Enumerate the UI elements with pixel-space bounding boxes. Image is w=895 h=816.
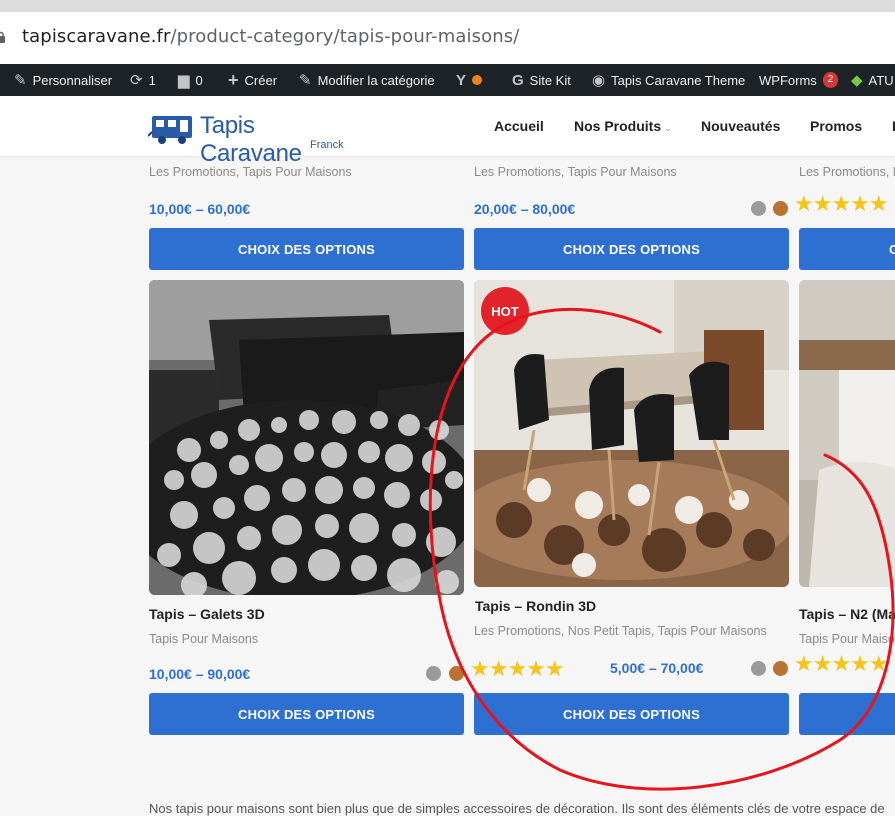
- color-swatch-grey[interactable]: [751, 201, 766, 216]
- wpforms-label: WPForms: [759, 72, 817, 88]
- product-grid: Les Promotions, Tapis Pour Maisons 10,00…: [0, 156, 895, 816]
- choose-options-button[interactable]: CHOIX DES OPTIONS: [474, 693, 789, 735]
- nav-nos-produits-label: Nos Produits: [574, 118, 662, 134]
- wpforms-menu[interactable]: WPForms 2: [759, 64, 839, 96]
- layers-icon: ◆: [851, 72, 863, 89]
- site-header: Tapis Caravane Franck Accueil Nos Produi…: [0, 96, 895, 167]
- star-rating: ★★★★★: [470, 656, 565, 681]
- galets-rug-photo: [149, 280, 464, 595]
- seo-status-dot: [472, 75, 483, 85]
- product-title[interactable]: Tapis – N2 (Ma: [799, 606, 895, 622]
- google-icon: G: [512, 71, 524, 89]
- customize-menu[interactable]: ✎ Personnaliser: [14, 64, 112, 96]
- lock-icon: [0, 31, 5, 43]
- product-image-galets[interactable]: [149, 280, 464, 595]
- color-swatch-grey[interactable]: [751, 661, 766, 676]
- theme-icon: ◉: [592, 72, 606, 89]
- product-title[interactable]: Tapis – Galets 3D: [149, 606, 265, 622]
- choose-options-button[interactable]: [799, 693, 895, 735]
- url-path: /product-category/tapis-pour-maisons/: [170, 26, 520, 47]
- product-price: 10,00€ – 90,00€: [149, 666, 251, 682]
- comment-icon: ▆: [178, 72, 190, 89]
- edit-category-label: Modifier la catégorie: [317, 72, 435, 88]
- browser-tabstrip: [0, 0, 895, 12]
- color-swatch-brown[interactable]: [773, 661, 788, 676]
- choose-options-button[interactable]: CHOIX DES OPTIONS: [474, 228, 789, 270]
- new-label: Créer: [244, 72, 278, 88]
- product-categories: Tapis Pour Maisons: [149, 632, 259, 646]
- nav-accueil[interactable]: Accueil: [494, 118, 544, 134]
- category-description: Nos tapis pour maisons sont bien plus qu…: [149, 801, 885, 816]
- star-rating: ★★★★★: [794, 191, 889, 216]
- yoast-icon: Y: [456, 71, 467, 89]
- customize-label: Personnaliser: [32, 72, 113, 88]
- updates-count: 1: [148, 72, 156, 88]
- color-swatch-grey[interactable]: [426, 666, 441, 681]
- choose-options-button[interactable]: CHOIX DES OPTIONS: [149, 693, 464, 735]
- site-kit-menu[interactable]: G Site Kit: [512, 64, 571, 96]
- updates-menu[interactable]: ⟳ 1: [130, 64, 156, 96]
- edit-category-link[interactable]: ✎ Modifier la catégorie: [299, 64, 435, 96]
- nav-promos[interactable]: Promos: [810, 118, 862, 134]
- product-categories: Les Promotions, Tapis Pour Maisons: [474, 165, 677, 179]
- new-content-menu[interactable]: + Créer: [228, 64, 277, 96]
- site-logo[interactable]: Tapis Caravane Franck: [148, 106, 360, 167]
- site-kit-label: Site Kit: [529, 72, 571, 88]
- address-bar[interactable]: tapiscaravane.fr/product-category/tapis-…: [0, 12, 895, 64]
- color-swatch-brown[interactable]: [449, 666, 464, 681]
- yoast-menu[interactable]: Y: [456, 64, 483, 96]
- paintbrush-icon: ✎: [14, 72, 27, 89]
- product-title[interactable]: Tapis – Rondin 3D: [475, 598, 596, 614]
- url-host: tapiscaravane.fr: [22, 26, 171, 47]
- product-price: 20,00€ – 80,00€: [474, 201, 576, 217]
- color-swatch-brown[interactable]: [773, 201, 788, 216]
- choose-options-button[interactable]: C: [799, 228, 895, 270]
- comments-count: 0: [195, 72, 203, 88]
- comments-menu[interactable]: ▆ 0: [178, 64, 203, 96]
- theme-label: Tapis Caravane Theme: [611, 72, 746, 88]
- caravan-logo-icon: [148, 116, 192, 144]
- product-categories: Tapis Pour Maiso: [799, 632, 895, 646]
- atu-label: ATU: [868, 72, 894, 88]
- product-categories: Les Promotions, Tapis Pour Maisons: [149, 165, 352, 179]
- product-price: 10,00€ – 60,00€: [149, 201, 251, 217]
- choose-options-button[interactable]: CHOIX DES OPTIONS: [149, 228, 464, 270]
- theme-menu[interactable]: ◉ Tapis Caravane Theme: [592, 64, 745, 96]
- product-categories: Les Promotions, Nos Petit Tapis, Tapis P…: [474, 624, 767, 638]
- wpforms-badge: 2: [822, 72, 839, 88]
- star-rating: ★★★★★: [794, 651, 889, 676]
- nav-nos-produits[interactable]: Nos Produits ⌄: [574, 118, 672, 134]
- url-text[interactable]: tapiscaravane.fr/product-category/tapis-…: [22, 26, 519, 47]
- wp-admin-bar: ✎ Personnaliser ⟳ 1 ▆ 0 + Créer ✎ Modifi…: [0, 64, 895, 96]
- product-price: 5,00€ – 70,00€: [610, 660, 704, 676]
- nav-nouveautes[interactable]: Nouveautés: [701, 118, 780, 134]
- chevron-down-icon: ⌄: [664, 123, 672, 133]
- updates-icon: ⟳: [130, 72, 143, 89]
- product-categories: Les Promotions, N: [799, 165, 895, 179]
- n2-rug-photo: [799, 280, 895, 587]
- product-image-n2[interactable]: [799, 280, 895, 587]
- pencil-icon: ✎: [299, 72, 312, 89]
- hot-badge: HOT: [481, 287, 529, 335]
- atu-menu[interactable]: ◆ ATU: [851, 64, 894, 96]
- plus-icon: +: [228, 69, 239, 90]
- logo-subtext: Franck: [310, 139, 344, 151]
